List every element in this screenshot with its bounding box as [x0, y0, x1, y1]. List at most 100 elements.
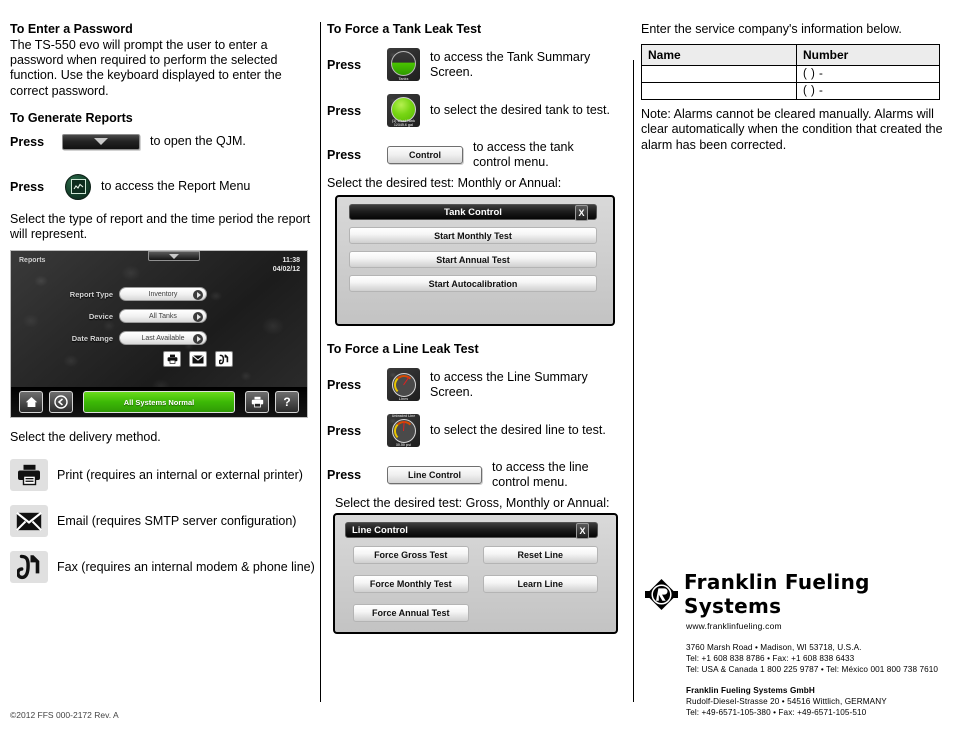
table-row[interactable]: ( ) - [641, 65, 940, 84]
force-annual-test-button[interactable]: Force Annual Test [353, 604, 469, 623]
force-gross-test-button[interactable]: Force Gross Test [353, 546, 469, 565]
chevron-right-icon [193, 290, 203, 301]
close-icon[interactable]: X [575, 205, 588, 222]
service-company-intro: Enter the service company's information … [641, 22, 902, 36]
email-icon[interactable] [10, 505, 48, 538]
field-value-pill[interactable]: Last Available [119, 331, 207, 346]
screen-time: 11:38 [282, 257, 300, 265]
press-qjm-text: to open the QJM. [150, 134, 246, 149]
field-label: Report Type [69, 289, 113, 299]
home-glyph [25, 397, 37, 408]
field-date-range[interactable]: Date Range Last Available [37, 331, 207, 346]
email-icon[interactable] [189, 351, 207, 368]
company-url: www.franklinfueling.com [686, 621, 782, 631]
column-three: Enter the service company's information … [641, 22, 946, 153]
envelope-glyph [192, 354, 204, 364]
line-step-3-text: to access the line control menu. [492, 460, 589, 490]
line-step-2-text: to select the desired line to test. [430, 423, 606, 438]
print-icon[interactable] [163, 351, 181, 368]
print-icon[interactable] [245, 391, 269, 414]
line-gauge-glyph [391, 372, 416, 397]
back-arrow-glyph [54, 395, 68, 409]
close-icon[interactable]: X [576, 523, 589, 540]
line-summary-icon[interactable]: Lines [387, 368, 420, 402]
delivery-label: Email (requires SMTP server configuratio… [57, 514, 297, 529]
start-monthly-test-button[interactable]: Start Monthly Test [349, 227, 597, 245]
press-label: Press [327, 377, 362, 392]
field-label: Date Range [71, 333, 113, 343]
dialog-column-right: Reset Line Learn Line [482, 546, 598, 622]
tank-step-1: Press Tanks to access the Tank Summary S… [327, 48, 627, 81]
field-value-pill[interactable]: Inventory [119, 287, 207, 302]
tank-gauge-glyph [391, 51, 416, 76]
print-icon[interactable] [10, 459, 48, 492]
print-glyph [18, 465, 40, 486]
report-menu-button[interactable] [65, 173, 91, 200]
password-heading: To Enter a Password [10, 22, 133, 36]
field-device[interactable]: Device All Tanks [37, 309, 207, 324]
franklin-diamond-logo-icon [645, 578, 678, 611]
cell-name[interactable] [641, 82, 797, 101]
home-icon[interactable] [19, 391, 43, 414]
line-gauge-glyph [391, 418, 416, 443]
qjm-dropdown-button[interactable] [62, 133, 140, 150]
line-step-3: Press Line Control to access the line co… [327, 460, 627, 490]
tank-step-1-text: to access the Tank Summary Screen. [430, 49, 591, 79]
tank-control-button[interactable]: Control [387, 146, 463, 164]
alarm-note: Note: Alarms cannot be cleared manually.… [641, 107, 943, 152]
fax-icon[interactable] [10, 551, 48, 584]
dialog-column-left: Force Gross Test Force Monthly Test Forc… [353, 546, 469, 623]
de-company-name: Franklin Fueling Systems GmbH [686, 686, 815, 695]
field-value: Inventory [148, 290, 178, 298]
back-icon[interactable] [49, 391, 73, 414]
delivery-row-email: Email (requires SMTP server configuratio… [10, 505, 315, 538]
column-divider-2 [633, 60, 634, 702]
cell-number[interactable]: ( ) - [796, 82, 940, 101]
select-tank-icon[interactable]: (1) West Tank 12345.6 gal [387, 94, 420, 127]
document-page: To Enter a Password The TS-550 evo will … [0, 0, 954, 738]
delivery-label: Fax (requires an internal modem & phone … [57, 560, 315, 575]
report-select-text: Select the type of report and the time p… [10, 211, 311, 242]
tank-summary-icon[interactable]: Tanks [387, 48, 420, 81]
column-divider-1 [320, 22, 321, 702]
press-label: Press [327, 57, 362, 72]
screen-qjm-tab[interactable] [148, 251, 200, 262]
press-label: Press [327, 468, 362, 483]
line-control-button[interactable]: Line Control [387, 466, 482, 485]
dialog-title-bar: Tank Control X [349, 204, 597, 222]
cell-number[interactable]: ( ) - [796, 65, 940, 84]
line-control-dialog: Line Control X Force Gross Test Force Mo… [333, 513, 618, 635]
press-label: Press [10, 134, 45, 149]
dialog-spacer [345, 292, 605, 314]
select-line-icon[interactable]: Unleaded Line 30.50 psi [387, 414, 420, 448]
reports-heading: To Generate Reports [10, 110, 133, 125]
us-street: 3760 Marsh Road • Madison, WI 53718, U.S… [686, 643, 862, 652]
help-icon[interactable]: ? [275, 391, 299, 414]
service-company-table: Name Number ( ) - ( ) - [641, 44, 940, 101]
line-step-2: Press Unleaded Line 30.50 psi to select … [327, 414, 627, 448]
print-glyph [251, 397, 263, 408]
dialog-title-bar: Line Control X [345, 522, 598, 540]
tank-caption-line2: 12345.6 gal [393, 122, 414, 127]
reports-screen-screenshot: Reports 11:38 04/02/12 Report Type Inven… [10, 250, 308, 419]
start-annual-test-button[interactable]: Start Annual Test [349, 251, 597, 269]
field-report-type[interactable]: Report Type Inventory [37, 287, 207, 302]
tank-step-2: Press (1) West Tank 12345.6 gal to selec… [327, 94, 627, 127]
screen-delivery-actions [163, 351, 233, 368]
force-monthly-test-button[interactable]: Force Monthly Test [353, 575, 469, 594]
learn-line-button[interactable]: Learn Line [482, 575, 598, 594]
line-step-1: Press Lines to access the Line Summary S… [327, 368, 627, 402]
reset-line-button[interactable]: Reset Line [482, 546, 598, 565]
field-value-pill[interactable]: All Tanks [119, 309, 207, 324]
cell-name[interactable] [641, 65, 797, 84]
table-row[interactable]: ( ) - [641, 82, 940, 101]
password-body: The TS-550 evo will prompt the user to e… [10, 38, 282, 98]
column-header-name: Name [641, 44, 797, 67]
fax-icon[interactable] [215, 351, 233, 368]
delivery-row-fax: Fax (requires an internal modem & phone … [10, 551, 315, 584]
start-autocalibration-button[interactable]: Start Autocalibration [349, 275, 597, 293]
envelope-glyph [16, 511, 42, 531]
field-value: Last Available [141, 334, 185, 342]
tank-select-text: Select the desired test: Monthly or Annu… [327, 176, 562, 190]
chevron-down-icon [94, 138, 108, 146]
